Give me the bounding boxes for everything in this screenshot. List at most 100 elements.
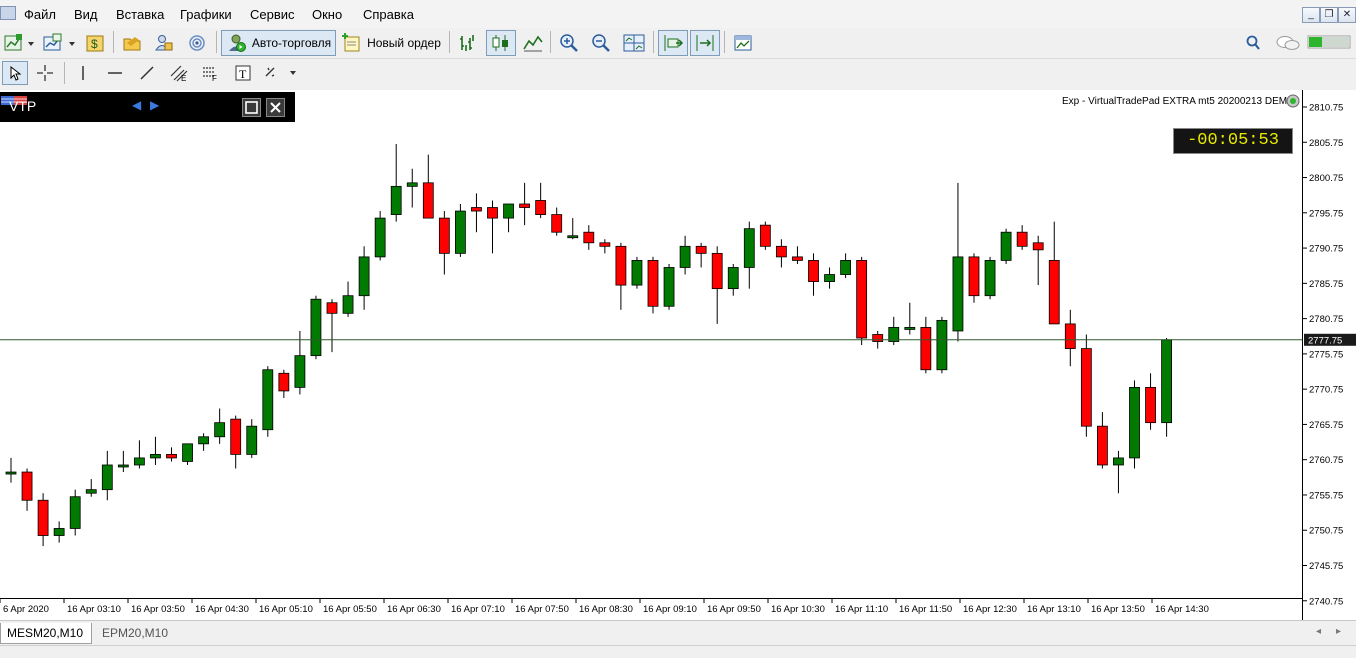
- price-tick-label: 2805.75: [1309, 138, 1343, 149]
- chat-button[interactable]: [1274, 31, 1302, 55]
- search-button[interactable]: [1242, 31, 1264, 55]
- auto-scroll-button[interactable]: [658, 30, 688, 56]
- candle-body: [5, 471, 17, 475]
- price-tick-label: 2790.75: [1309, 244, 1343, 255]
- shapes-icon: [265, 67, 296, 77]
- zoom-out-button[interactable]: [588, 31, 614, 55]
- chart-window-icon[interactable]: [0, 6, 16, 20]
- tab-mesm20[interactable]: MESM20,M10: [0, 623, 92, 644]
- zoom-out-icon: [592, 34, 610, 52]
- candle-body: [326, 302, 338, 314]
- price-tick-label: 2780.75: [1309, 314, 1343, 325]
- time-tick-label: 16 Apr 11:50: [899, 604, 952, 615]
- horizontal-line-button[interactable]: [102, 61, 128, 85]
- autotrading-button[interactable]: Авто-торговля: [221, 30, 336, 56]
- candle-body: [454, 210, 466, 254]
- menu-view[interactable]: Вид: [74, 7, 98, 22]
- template-icon: [734, 35, 752, 51]
- menu-file[interactable]: Файл: [24, 7, 56, 22]
- close-window-button[interactable]: ✕: [1338, 7, 1356, 23]
- candle-body: [695, 245, 707, 254]
- tile-windows-button[interactable]: [620, 31, 648, 55]
- crosshair-button[interactable]: [32, 61, 58, 85]
- candle-body: [1113, 457, 1124, 466]
- shapes-menu-button[interactable]: [262, 61, 300, 85]
- profiles-button[interactable]: [40, 31, 78, 55]
- tab-scroll-right-icon[interactable]: ▸: [1336, 626, 1341, 637]
- price-chart[interactable]: [0, 90, 1302, 598]
- price-tick-label: 2745.75: [1309, 561, 1343, 572]
- navigator-button[interactable]: [119, 31, 145, 55]
- text-icon: T: [235, 65, 251, 81]
- time-tick-label: 16 Apr 06:30: [387, 604, 441, 615]
- chart-shift-icon: [696, 35, 714, 51]
- candle-body: [567, 235, 579, 239]
- line-chart-button[interactable]: [520, 31, 546, 55]
- menu-help[interactable]: Справка: [363, 7, 414, 22]
- fibonacci-button[interactable]: F: [198, 61, 224, 85]
- drawing-toolbar: E F T: [0, 59, 1356, 87]
- vertical-line-button[interactable]: [70, 61, 96, 85]
- templates-button[interactable]: [729, 31, 757, 55]
- candle-body: [438, 217, 450, 254]
- candle-body: [21, 471, 33, 501]
- restore-button[interactable]: ❐: [1320, 7, 1338, 23]
- chart-shift-button[interactable]: [690, 30, 720, 56]
- candle-body: [808, 260, 819, 282]
- price-tick-label: 2785.75: [1309, 279, 1343, 290]
- vtp-prev-arrow-icon[interactable]: ◀: [132, 98, 141, 112]
- candle-body: [599, 242, 611, 247]
- cursor-button[interactable]: [2, 61, 28, 85]
- new-order-button[interactable]: Новый ордер: [339, 31, 443, 55]
- candle-body: [840, 260, 851, 275]
- channel-icon: E: [170, 65, 188, 82]
- candle-body: [406, 182, 418, 187]
- zoom-in-icon: [560, 34, 578, 52]
- toolbox-button[interactable]: [151, 31, 177, 55]
- chart-area[interactable]: [0, 90, 1302, 598]
- candle-body: [390, 185, 402, 215]
- candle-body: [487, 207, 498, 219]
- candle-body: [150, 454, 161, 459]
- candle-body: [711, 252, 723, 290]
- minimize-button[interactable]: _: [1302, 7, 1320, 23]
- tab-scroll-left-icon[interactable]: ◂: [1316, 626, 1321, 637]
- vtp-close-button[interactable]: [266, 98, 285, 117]
- vtp-maximize-button[interactable]: [242, 98, 261, 117]
- time-tick-label: 16 Apr 07:50: [515, 604, 569, 615]
- market-watch-button[interactable]: $: [82, 31, 108, 55]
- time-axis[interactable]: 6 Apr 2020 16 Apr 03:10 16 Apr 03:50 16 Apr…: [0, 598, 1302, 621]
- autotrading-label: Авто-торговля: [251, 36, 332, 50]
- vtp-next-arrow-icon[interactable]: ▶: [150, 98, 159, 112]
- candle-body: [1016, 231, 1028, 247]
- menu-window[interactable]: Окно: [312, 7, 342, 22]
- equidistant-channel-button[interactable]: E: [166, 61, 192, 85]
- candle-body: [1080, 348, 1092, 427]
- signals-button[interactable]: [184, 31, 210, 55]
- menu-charts[interactable]: Графики: [180, 7, 232, 22]
- auto-scroll-icon: [664, 35, 684, 51]
- text-tool-button[interactable]: T: [230, 61, 256, 85]
- candle-body: [1064, 323, 1076, 349]
- new-chart-button[interactable]: [2, 31, 36, 55]
- expert-smiley-icon[interactable]: [1286, 94, 1300, 108]
- trendline-button[interactable]: [134, 61, 160, 85]
- time-tick-label: 16 Apr 10:30: [771, 604, 825, 615]
- price-tick-label: 2760.75: [1309, 455, 1343, 466]
- svg-text:T: T: [239, 67, 247, 81]
- bar-chart-button[interactable]: [455, 31, 481, 55]
- menu-bar: Файл Вид Вставка Графики Сервис Окно Спр…: [0, 0, 1356, 28]
- candle-body: [743, 228, 755, 268]
- menu-tools[interactable]: Сервис: [250, 7, 295, 22]
- price-axis[interactable]: 2810.75 2805.75 2800.75 2795.75 2790.75 2785.…: [1302, 90, 1356, 620]
- candle-body: [471, 207, 482, 212]
- time-tick-label: 16 Apr 07:10: [451, 604, 505, 615]
- tab-epm20[interactable]: EPM20,M10: [96, 623, 174, 643]
- candle-body: [101, 464, 113, 491]
- vtp-panel[interactable]: VTP ◀ ▶: [0, 92, 295, 122]
- menu-insert[interactable]: Вставка: [116, 7, 164, 22]
- svg-text:$: $: [91, 37, 98, 51]
- candle-body: [824, 274, 835, 282]
- candlestick-chart-button[interactable]: [486, 30, 516, 56]
- zoom-in-button[interactable]: [556, 31, 582, 55]
